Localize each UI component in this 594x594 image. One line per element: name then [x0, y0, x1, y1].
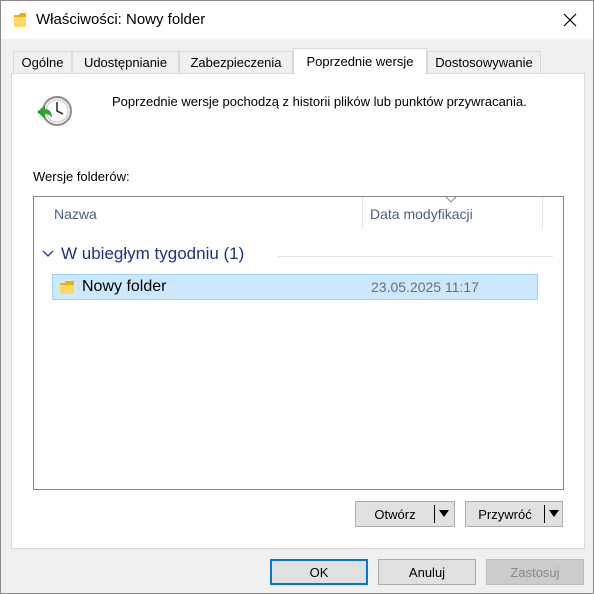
tab-general[interactable]: Ogólne — [13, 51, 72, 73]
clock-restore-icon — [37, 96, 72, 126]
title-bar: Właściwości: Nowy folder — [1, 1, 593, 39]
list-item[interactable]: Nowy folder 23.05.2025 11:17 — [52, 274, 538, 300]
window-title: Właściwości: Nowy folder — [36, 11, 206, 28]
tab-security[interactable]: Zabezpieczenia — [179, 51, 293, 73]
info-text: Poprzednie wersje pochodzą z historii pl… — [112, 94, 527, 109]
dropdown-arrow-icon[interactable] — [549, 510, 559, 518]
column-divider[interactable] — [362, 197, 363, 229]
restore-split-button[interactable]: Przywróć — [465, 501, 563, 527]
chevron-down-icon — [42, 250, 54, 257]
column-divider[interactable] — [542, 197, 543, 229]
previous-versions-panel: Poprzednie wersje pochodzą z historii pl… — [11, 73, 585, 549]
column-header: Nazwa Data modyfikacji — [34, 196, 563, 229]
split-divider — [434, 505, 435, 523]
open-split-button[interactable]: Otwórz — [355, 501, 455, 527]
tab-previous-versions[interactable]: Poprzednie wersje — [293, 48, 427, 74]
sort-down-icon — [445, 196, 457, 203]
tab-strip: Ogólne Udostępnianie Zabezpieczenia Popr… — [13, 48, 583, 74]
versions-list[interactable]: Nazwa Data modyfikacji W ubiegłym tygodn… — [33, 196, 564, 490]
tab-customize[interactable]: Dostosowywanie — [427, 51, 541, 73]
column-date-header[interactable]: Data modyfikacji — [370, 206, 473, 222]
ok-button[interactable]: OK — [270, 559, 368, 585]
open-button[interactable]: Otwórz — [356, 502, 434, 526]
close-icon — [563, 13, 577, 27]
folder-icon — [14, 13, 26, 27]
versions-label: Wersje folderów: — [33, 169, 130, 184]
close-button[interactable] — [547, 1, 593, 39]
group-title: W ubiegłym tygodniu (1) — [61, 244, 245, 263]
properties-dialog: Właściwości: Nowy folder Ogólne Udostępn… — [0, 0, 594, 594]
folder-icon — [60, 281, 74, 294]
item-date: 23.05.2025 11:17 — [371, 279, 479, 295]
restore-button[interactable]: Przywróć — [466, 502, 544, 526]
apply-button[interactable]: Zastosuj — [486, 559, 584, 585]
group-header[interactable]: W ubiegłym tygodniu (1) — [40, 243, 555, 267]
dropdown-arrow-icon[interactable] — [439, 510, 449, 518]
tab-sharing[interactable]: Udostępnianie — [72, 51, 179, 73]
item-name: Nowy folder — [82, 278, 167, 295]
group-divider — [278, 256, 553, 257]
cancel-button[interactable]: Anuluj — [378, 559, 476, 585]
column-name-header[interactable]: Nazwa — [54, 206, 97, 222]
split-divider — [544, 505, 545, 523]
